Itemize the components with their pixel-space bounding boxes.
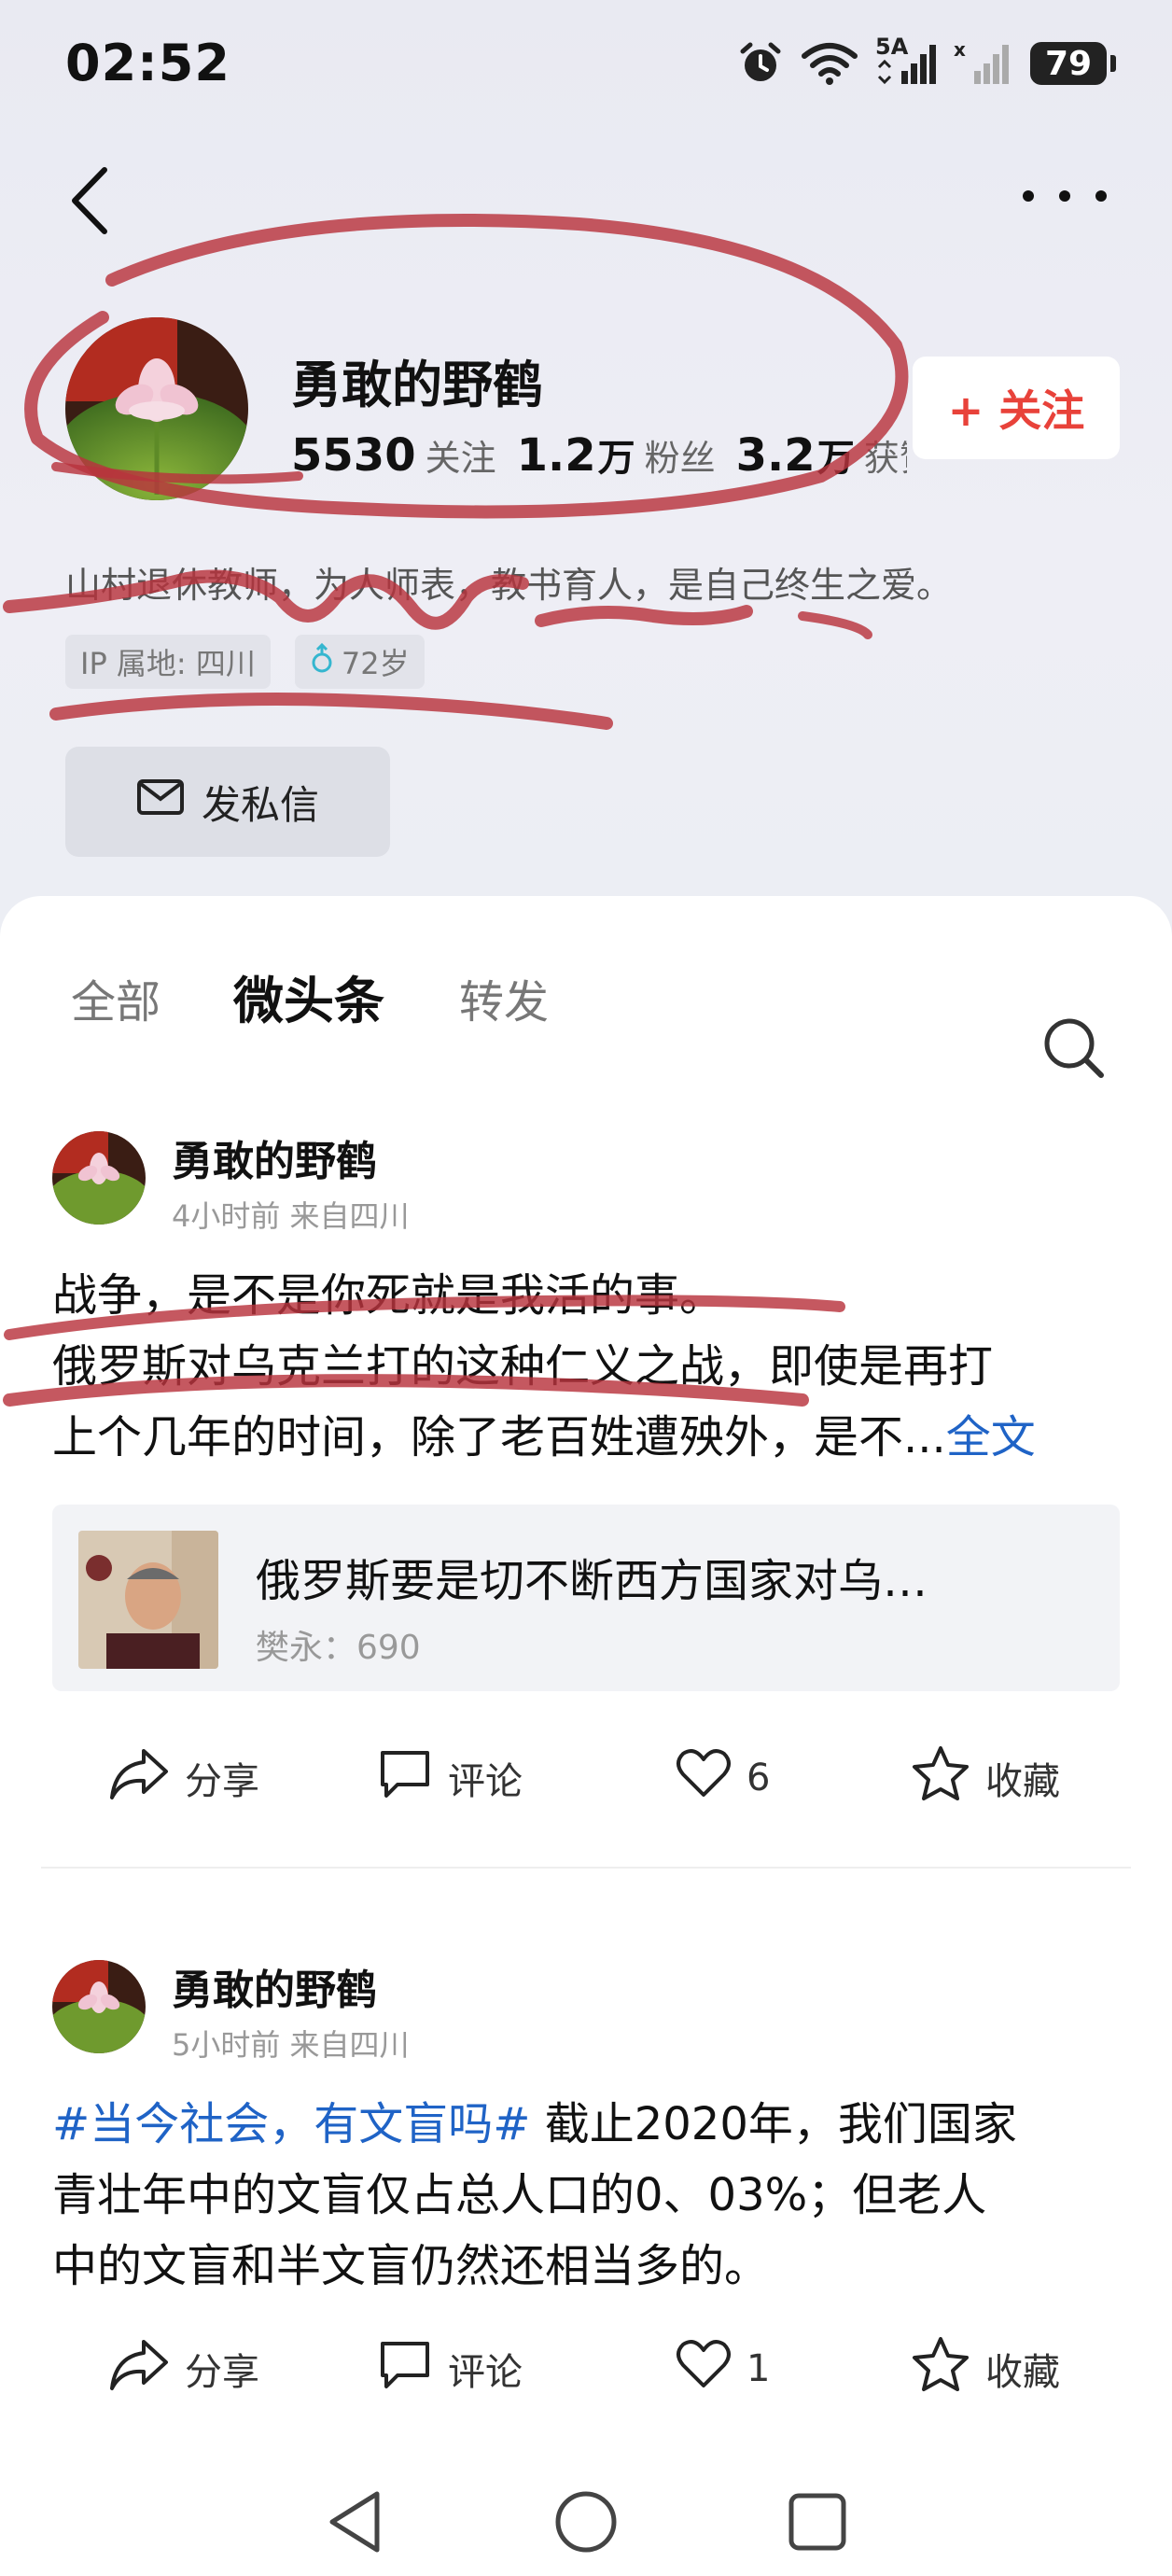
back-arrow-icon[interactable] — [56, 159, 131, 243]
followers-count[interactable]: 1.2 — [517, 429, 596, 482]
ip-location-tag: IP 属地: 四川 — [65, 635, 271, 689]
like-button[interactable]: 6 — [676, 1731, 770, 1825]
share-label: 分享 — [185, 1760, 259, 1803]
post-text-line: 俄罗斯对乌克兰打的这种仁义之战，即使是再打 — [52, 1340, 994, 1393]
age-tag: 72岁 — [294, 635, 425, 689]
post-author-avatar[interactable] — [52, 1960, 146, 2053]
hashtag-link[interactable]: #当今社会，有文盲吗# — [52, 2098, 530, 2150]
status-bar: 02:52 5A x 79 — [0, 0, 1172, 131]
send-message-button[interactable]: 发私信 — [65, 747, 390, 857]
network-type-label: 5A — [875, 34, 909, 60]
quoted-article-meta: 樊永：690 — [256, 1629, 421, 1667]
post-text[interactable]: #当今社会，有文盲吗# 截止2020年，我们国家 青壮年中的文盲仅占总人口的0、… — [52, 2089, 1125, 2302]
heart-icon — [676, 1748, 732, 1808]
search-icon[interactable] — [1041, 1015, 1107, 1081]
profile-tags: IP 属地: 四川 72岁 — [65, 635, 425, 689]
post-text-line: 中的文盲和半文盲仍然还相当多的。 — [52, 2240, 770, 2292]
comment-icon — [377, 1747, 433, 1809]
like-count: 1 — [746, 2347, 771, 2390]
battery-icon: 79 — [1030, 42, 1116, 85]
post-text-line-body: 上个几年的时间，除了老百姓遭殃外，是不... — [52, 1411, 946, 1463]
post-text-line-body: 截止2020年，我们国家 — [530, 2098, 1017, 2150]
post-text-line: 战争，是不是你死就是我活的事。 — [52, 1269, 725, 1322]
signal-empty-icon: x — [954, 37, 1013, 90]
comment-label: 评论 — [448, 2351, 523, 2394]
content-panel: 全部 微头条 转发 勇敢的野鹤 4小时前 来自四川 战争，是不是你死就是我活的事… — [0, 896, 1172, 2576]
status-time: 02:52 — [65, 34, 230, 92]
system-navigation-bar — [0, 2464, 1172, 2576]
ip-location-text: IP 属地: 四川 — [80, 646, 256, 681]
collect-button[interactable]: 收藏 — [911, 2322, 1060, 2415]
followers-label[interactable]: 粉丝 — [645, 429, 716, 481]
likes-label: 获赞 — [863, 438, 907, 479]
post-text-line: 上个几年的时间，除了老百姓遭殃外，是不...全文 — [52, 1402, 1125, 1473]
post-meta: 5小时前 来自四川 — [172, 2027, 410, 2063]
more-dots-icon[interactable] — [1023, 168, 1107, 224]
share-icon — [108, 2336, 170, 2401]
male-gender-icon — [310, 642, 334, 681]
wifi-icon — [801, 37, 858, 90]
mail-icon — [136, 778, 185, 825]
share-button[interactable]: 分享 — [108, 2322, 259, 2415]
collect-label: 收藏 — [985, 1760, 1060, 1803]
profile-bio: 山村退休教师，为人师表，教书育人，是自己终生之爱。 — [65, 565, 953, 606]
following-count[interactable]: 5530 — [291, 429, 416, 482]
content-tabs: 全部 微头条 转发 — [0, 952, 1172, 1078]
signal-icon: 5A — [875, 34, 937, 90]
comment-button[interactable]: 评论 — [377, 2322, 523, 2415]
share-icon — [108, 1745, 170, 1811]
alarm-icon — [737, 37, 784, 90]
more-dot — [1023, 190, 1034, 202]
quoted-article-title: 俄罗斯要是切不断西方国家对乌… — [256, 1555, 928, 1607]
like-count: 6 — [746, 1757, 771, 1799]
share-label: 分享 — [185, 2351, 259, 2394]
post-author-name[interactable]: 勇敢的野鹤 — [172, 1127, 377, 1187]
read-full-link[interactable]: 全文 — [946, 1411, 1036, 1463]
post-text-line: 青壮年中的文盲仅占总人口的0、03%；但老人 — [52, 2169, 987, 2221]
quoted-article-thumbnail — [78, 1531, 218, 1669]
quoted-article[interactable]: 俄罗斯要是切不断西方国家对乌… 樊永：690 — [52, 1505, 1120, 1691]
send-message-label: 发私信 — [201, 781, 319, 828]
likes-unit: 万 — [816, 437, 855, 480]
post-divider — [41, 1867, 1131, 1869]
post-actions: 分享 评论 6 收藏 — [0, 1731, 1172, 1825]
comment-button[interactable]: 评论 — [377, 1731, 523, 1825]
profile-stats: 5530 关注 1.2 万 粉丝 3.2 万 获赞 — [291, 427, 907, 482]
nav-back-icon[interactable] — [317, 2485, 392, 2559]
post-actions: 分享 评论 1 收藏 — [0, 2322, 1172, 2415]
tab-all[interactable]: 全部 — [71, 965, 160, 1030]
post-author-name[interactable]: 勇敢的野鹤 — [172, 1956, 377, 2016]
likes-count: 3.2 — [735, 429, 816, 482]
star-icon — [911, 2335, 970, 2402]
profile-avatar[interactable] — [65, 317, 248, 500]
post-text[interactable]: 战争，是不是你死就是我活的事。 俄罗斯对乌克兰打的这种仁义之战，即使是再打 上个… — [52, 1260, 1125, 1473]
star-icon — [911, 1744, 970, 1812]
collect-label: 收藏 — [985, 2351, 1060, 2394]
status-icons: 5A x 79 — [737, 34, 1116, 90]
nav-recent-apps-icon[interactable] — [780, 2485, 855, 2559]
more-dot — [1095, 190, 1107, 202]
post-author-avatar[interactable] — [52, 1131, 146, 1225]
followers-unit: 万 — [597, 437, 635, 480]
nav-home-icon[interactable] — [549, 2485, 623, 2559]
age-text: 72岁 — [341, 646, 410, 681]
tab-micro-posts[interactable]: 微头条 — [233, 959, 384, 1033]
following-label[interactable]: 关注 — [426, 429, 496, 481]
svg-text:x: x — [954, 39, 966, 61]
comment-label: 评论 — [448, 1760, 523, 1803]
more-dot — [1059, 190, 1070, 202]
heart-icon — [676, 2339, 732, 2399]
profile-name: 勇敢的野鹤 — [291, 356, 543, 414]
tab-reposts[interactable]: 转发 — [459, 965, 549, 1030]
comment-icon — [377, 2338, 433, 2400]
collect-button[interactable]: 收藏 — [911, 1731, 1060, 1825]
post-text-line: #当今社会，有文盲吗# 截止2020年，我们国家 — [52, 2089, 1125, 2160]
follow-button[interactable]: + 关注 — [913, 357, 1120, 459]
post-meta: 4小时前 来自四川 — [172, 1198, 410, 1234]
share-button[interactable]: 分享 — [108, 1731, 259, 1825]
like-button[interactable]: 1 — [676, 2322, 770, 2415]
